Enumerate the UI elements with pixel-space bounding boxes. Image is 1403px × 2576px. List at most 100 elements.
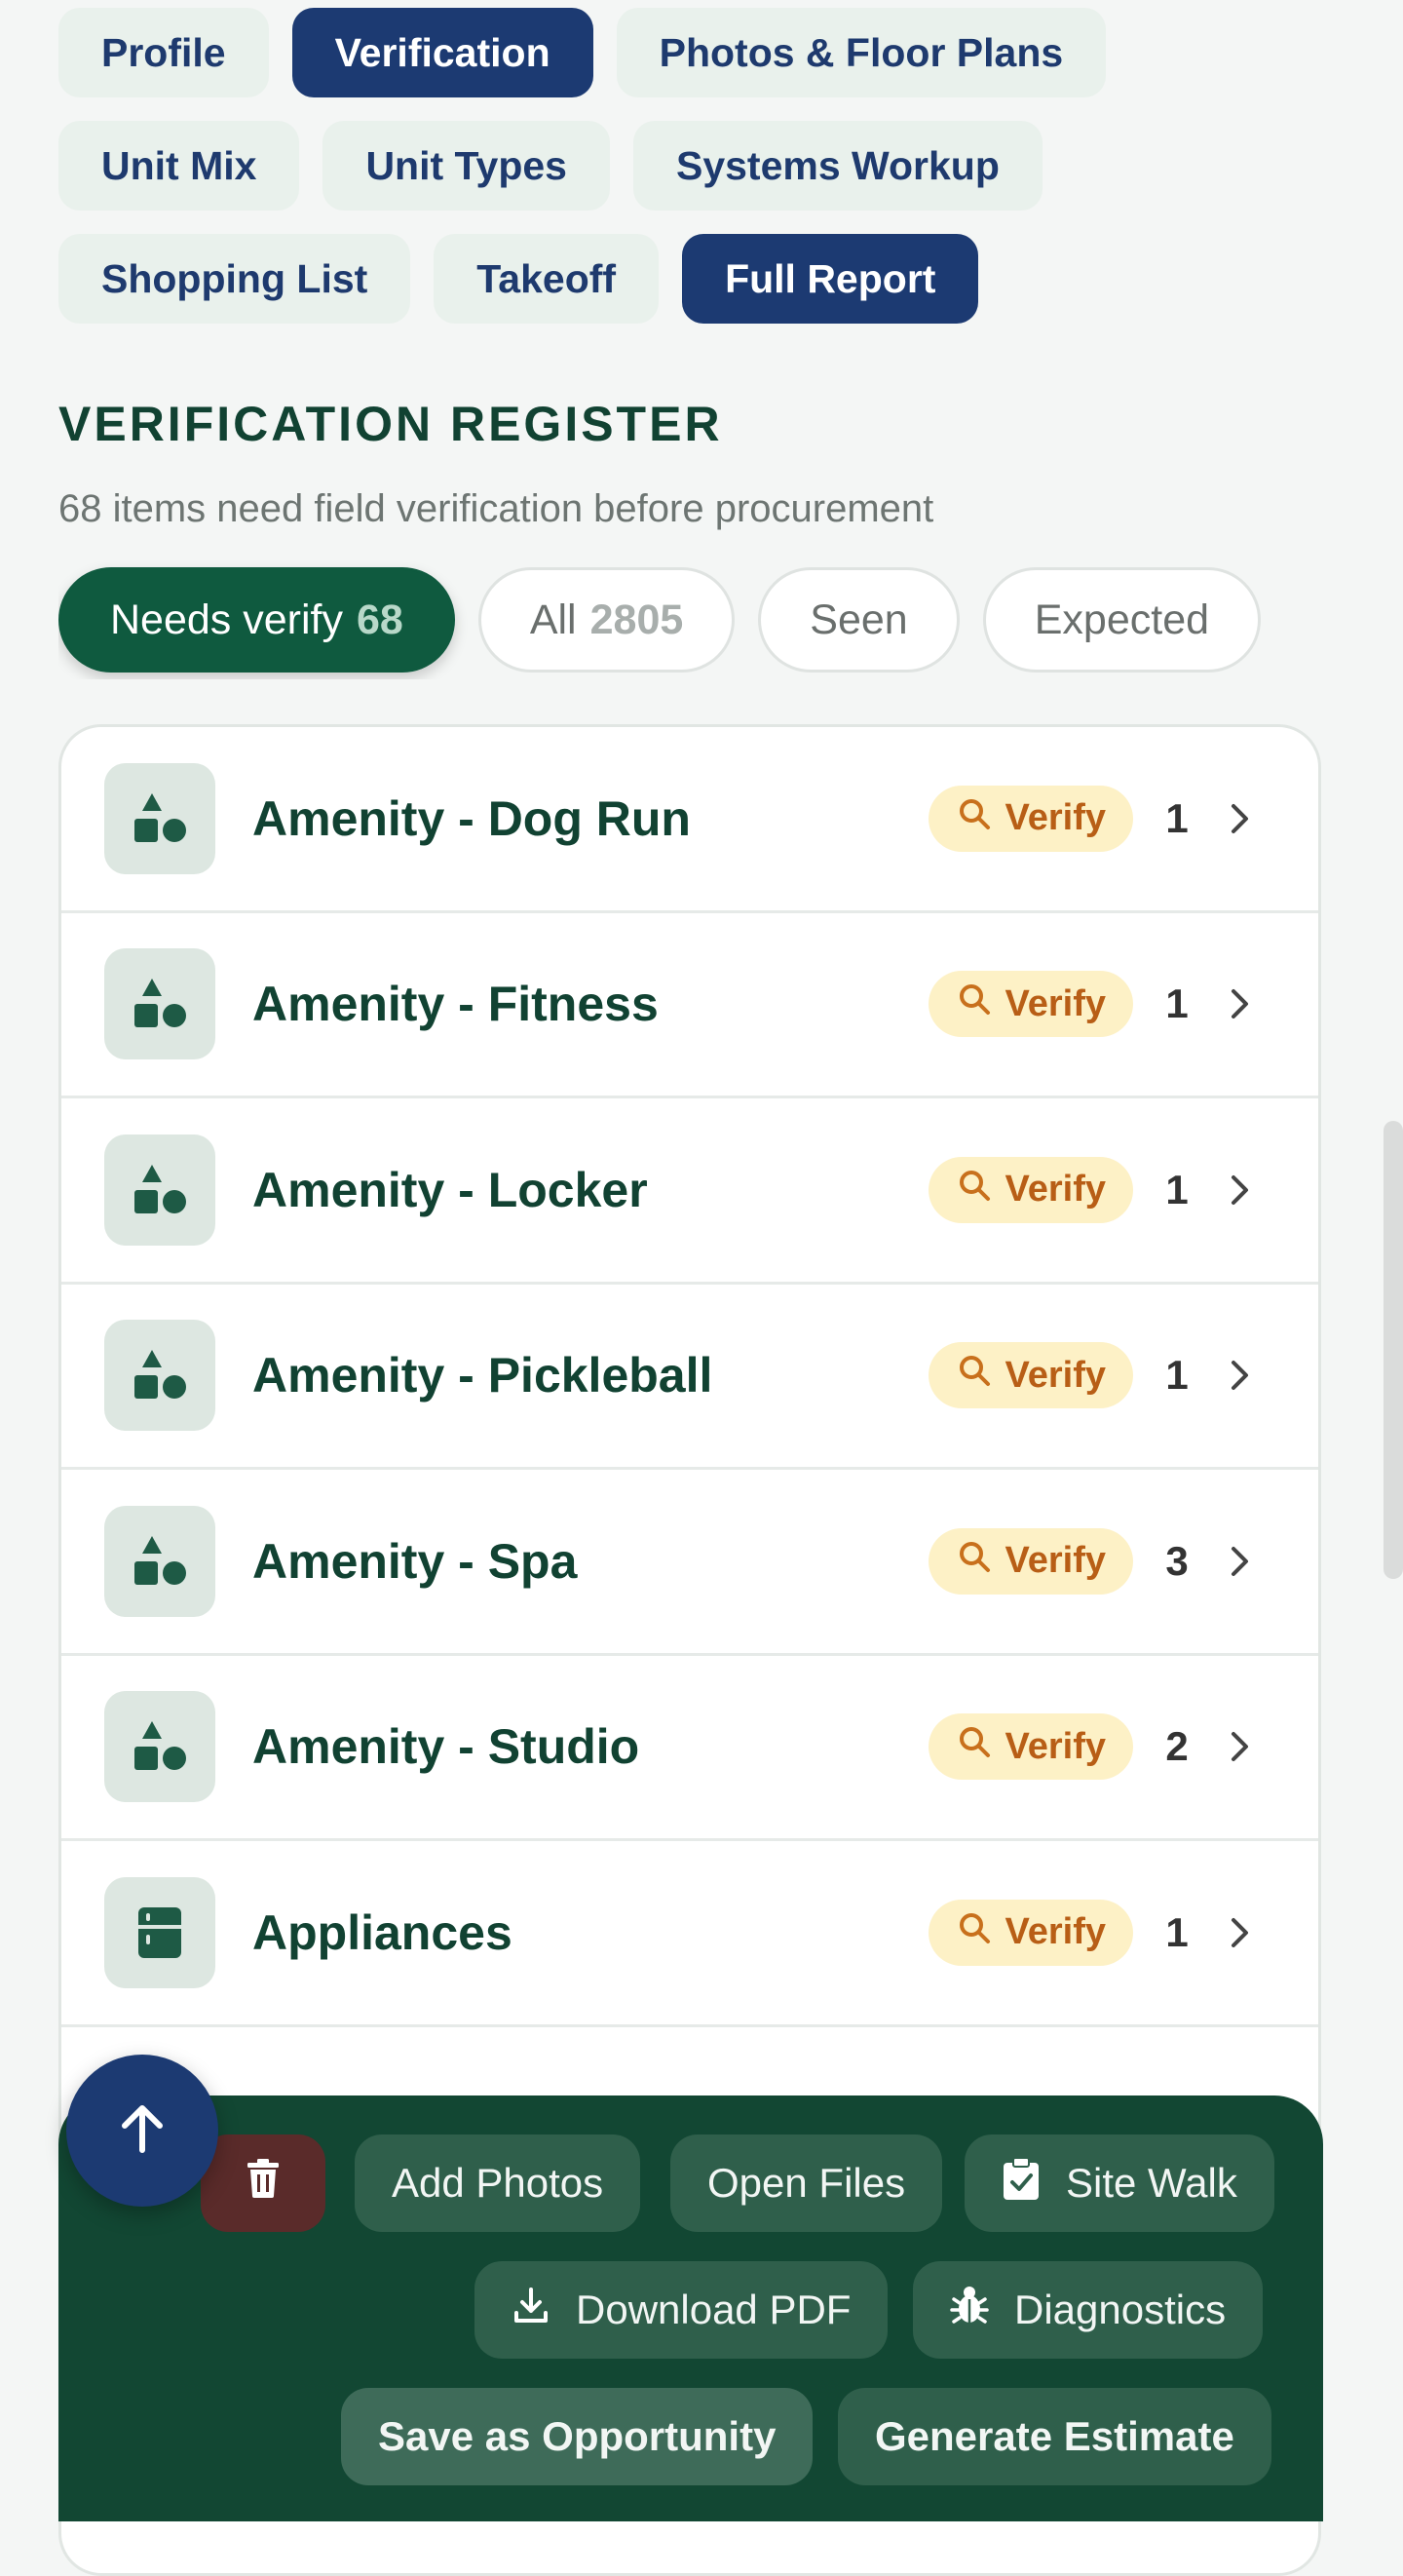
search-icon [958,1540,991,1583]
verify-badge: Verify [929,971,1133,1038]
clipboard-check-icon [1002,2157,1041,2210]
trash-icon [246,2159,281,2208]
item-count: 1 [1165,1908,1189,1955]
download-pdf-button[interactable]: Download PDF [474,2261,889,2359]
tab-shopping-list[interactable]: Shopping List [58,234,411,324]
item-label: Amenity - Locker [252,1162,648,1217]
tab-verification[interactable]: Verification [291,8,593,97]
save-opportunity-label: Save as Opportunity [378,2413,777,2459]
verify-badge: Verify [929,1713,1133,1781]
verify-badge: Verify [929,1342,1133,1409]
filter-count: 2805 [589,596,684,643]
shapes-icon [104,1320,215,1432]
item-label: Amenity - Studio [252,1719,640,1775]
tab-full-report[interactable]: Full Report [682,234,979,324]
tab-profile[interactable]: Profile [58,8,269,97]
tab-unit-mix[interactable]: Unit Mix [58,121,300,211]
chevron-right-icon[interactable] [1221,1730,1260,1763]
chevron-right-icon[interactable] [1221,1173,1260,1207]
add-photos-button[interactable]: Add Photos [355,2134,641,2232]
save-opportunity-button[interactable]: Save as Opportunity [341,2388,814,2485]
item-label: Appliances [252,1904,512,1960]
list-item[interactable]: Amenity - Dog Run Verify 1 [61,727,1318,913]
filter-count: 68 [356,596,403,643]
search-icon [958,1169,991,1211]
tab-row-2: Unit Mix Unit Types Systems Workup [58,121,1043,211]
list-item[interactable]: Amenity - Pickleball Verify 1 [61,1285,1318,1470]
site-walk-label: Site Walk [1066,2160,1237,2206]
filter-label: Needs verify [110,596,343,643]
search-icon [958,1354,991,1397]
filter-expected[interactable]: Expected [982,567,1262,673]
download-icon [512,2286,550,2334]
item-label: Amenity - Fitness [252,977,659,1032]
arrow-up-icon [113,2099,171,2163]
shapes-icon [104,762,215,874]
site-walk-button[interactable]: Site Walk [965,2134,1274,2232]
filter-chips: Needs verify 68 All 2805 Seen Expected [58,560,1325,679]
diagnostics-button[interactable]: Diagnostics [913,2261,1264,2359]
verify-badge-label: Verify [1005,1540,1106,1582]
filter-label: Seen [810,596,908,643]
tab-systems-workup[interactable]: Systems Workup [632,121,1043,211]
verify-badge-label: Verify [1005,1911,1106,1953]
list-item[interactable]: Amenity - Locker Verify 1 [61,1098,1318,1285]
tab-unit-types[interactable]: Unit Types [322,121,610,211]
item-count: 1 [1165,1166,1189,1212]
tab-row-1: Profile Verification Photos & Floor Plan… [58,8,1107,97]
open-files-label: Open Files [707,2160,906,2206]
chevron-right-icon[interactable] [1221,1359,1260,1392]
item-count: 1 [1165,1352,1189,1399]
search-icon [958,982,991,1025]
list-item[interactable]: Amenity - Fitness Verify 1 [61,913,1318,1098]
tab-row-3: Shopping List Takeoff Full Report [58,234,979,324]
verify-badge-label: Verify [1005,982,1106,1024]
section-subtitle: 68 items need field verification before … [58,487,934,530]
verify-badge-label: Verify [1005,797,1106,839]
verify-badge: Verify [929,785,1133,852]
shapes-icon [104,948,215,1060]
filter-all[interactable]: All 2805 [477,567,736,673]
search-icon [958,1725,991,1768]
shapes-icon [104,1691,215,1803]
scrollbar[interactable] [1384,1121,1403,1579]
verify-badge: Verify [929,1527,1133,1595]
open-files-button[interactable]: Open Files [670,2134,943,2232]
generate-estimate-button[interactable]: Generate Estimate [838,2388,1271,2485]
search-icon [958,1911,991,1954]
list-item[interactable]: Amenity - Studio Verify 2 [61,1656,1318,1841]
filter-needs-verify[interactable]: Needs verify 68 [58,567,455,673]
delete-button[interactable] [201,2134,325,2232]
item-label: Amenity - Pickleball [252,1348,713,1403]
chevron-right-icon[interactable] [1221,1916,1260,1949]
item-count: 2 [1165,1723,1189,1770]
shapes-icon [104,1134,215,1246]
verify-badge: Verify [929,1156,1133,1223]
generate-estimate-label: Generate Estimate [875,2413,1234,2459]
list-item[interactable]: Amenity - Spa Verify 3 [61,1470,1318,1656]
download-pdf-label: Download PDF [576,2287,852,2332]
action-panel: Add Photos Open Files Site Walk Download… [58,2095,1323,2521]
tab-takeoff[interactable]: Takeoff [434,234,660,324]
filter-label: All [529,596,577,643]
bug-icon [950,2284,989,2336]
list-item[interactable]: Appliances Verify 1 [61,1841,1318,2027]
shapes-icon [104,1505,215,1617]
search-icon [958,797,991,840]
item-count: 3 [1165,1537,1189,1584]
chevron-right-icon[interactable] [1221,802,1260,835]
section-title: VERIFICATION REGISTER [58,397,723,451]
tab-photos-floor-plans[interactable]: Photos & Floor Plans [616,8,1107,97]
item-count: 1 [1165,794,1189,841]
appliance-icon [104,1876,215,1988]
chevron-right-icon[interactable] [1221,1545,1260,1578]
item-count: 1 [1165,980,1189,1027]
filter-seen[interactable]: Seen [758,567,960,673]
add-photos-label: Add Photos [392,2160,604,2206]
filter-label: Expected [1034,596,1210,643]
item-label: Amenity - Dog Run [252,790,691,846]
verify-badge-label: Verify [1005,1354,1106,1396]
chevron-right-icon[interactable] [1221,987,1260,1020]
verify-badge-label: Verify [1005,1169,1106,1211]
scroll-to-top-button[interactable] [66,2055,218,2207]
